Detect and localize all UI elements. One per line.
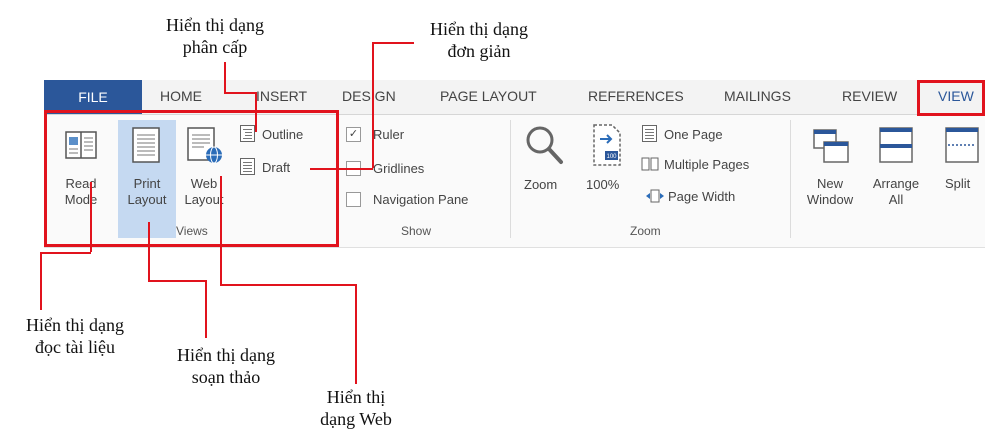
callout-line (90, 182, 92, 252)
callout-line (148, 280, 206, 282)
callout-line (310, 168, 373, 170)
views-group-highlight (44, 110, 339, 247)
callout-outline: Hiển thị dạng phân cấp (166, 15, 264, 57)
new-window-button[interactable]: New Window (802, 176, 858, 208)
zoom-button[interactable]: Zoom (524, 177, 557, 193)
tab-file[interactable]: FILE (44, 80, 142, 114)
multiple-pages-icon (641, 157, 659, 171)
page-width-button[interactable]: Page Width (668, 189, 735, 205)
navigation-pane-label: Navigation Pane (373, 192, 469, 207)
separator (790, 120, 791, 238)
show-group-label: Show (401, 224, 432, 238)
callout-line (355, 284, 357, 384)
gridlines-label: Gridlines (373, 161, 425, 176)
callout-print-layout: Hiển thị dạng soạn thảo (177, 345, 275, 387)
callout-line (205, 280, 207, 338)
callout-line (255, 92, 257, 132)
callout-line (148, 222, 150, 280)
zoom-icon (524, 124, 564, 166)
zoom-100-button[interactable]: 100% (586, 177, 619, 193)
split-icon (944, 126, 980, 164)
callout-read-mode: Hiển thị dạng đọc tài liệu (26, 315, 124, 357)
svg-text:100: 100 (606, 154, 617, 160)
one-page-icon (642, 125, 657, 142)
ruler-label: Ruler (373, 127, 405, 142)
new-window-icon (812, 128, 852, 164)
tab-references[interactable]: REFERENCES (588, 88, 684, 104)
callout-line (220, 284, 356, 286)
separator (510, 120, 511, 238)
zoom-100-icon: 100 (590, 123, 624, 167)
view-tab-highlight (917, 80, 985, 116)
arrange-all-button[interactable]: Arrange All (866, 176, 926, 208)
callout-line (40, 252, 91, 254)
tab-insert[interactable]: INSERT (256, 88, 307, 104)
callout-line (220, 176, 222, 284)
tab-review[interactable]: REVIEW (842, 88, 897, 104)
callout-line (372, 42, 374, 168)
callout-line (224, 92, 256, 94)
tab-design[interactable]: DESIGN (342, 88, 396, 104)
zoom-group-label: Zoom (630, 224, 661, 238)
one-page-button[interactable]: One Page (664, 127, 723, 143)
arrange-all-icon (878, 126, 914, 164)
callout-line (40, 252, 42, 310)
split-button[interactable]: Split (945, 176, 970, 192)
callout-web-layout: Hiển thị dạng Web (320, 387, 392, 429)
callout-draft: Hiển thị dạng đơn giản (430, 19, 528, 61)
callout-line (372, 42, 414, 44)
tab-page-layout[interactable]: PAGE LAYOUT (440, 88, 537, 104)
page-width-icon (645, 189, 665, 203)
tab-home[interactable]: HOME (160, 88, 202, 104)
tab-mailings[interactable]: MAILINGS (724, 88, 791, 104)
navigation-pane-checkbox[interactable] (346, 192, 361, 207)
callout-line (224, 62, 226, 92)
ruler-checkbox[interactable]: ✓ (346, 127, 361, 142)
multiple-pages-button[interactable]: Multiple Pages (664, 157, 749, 173)
